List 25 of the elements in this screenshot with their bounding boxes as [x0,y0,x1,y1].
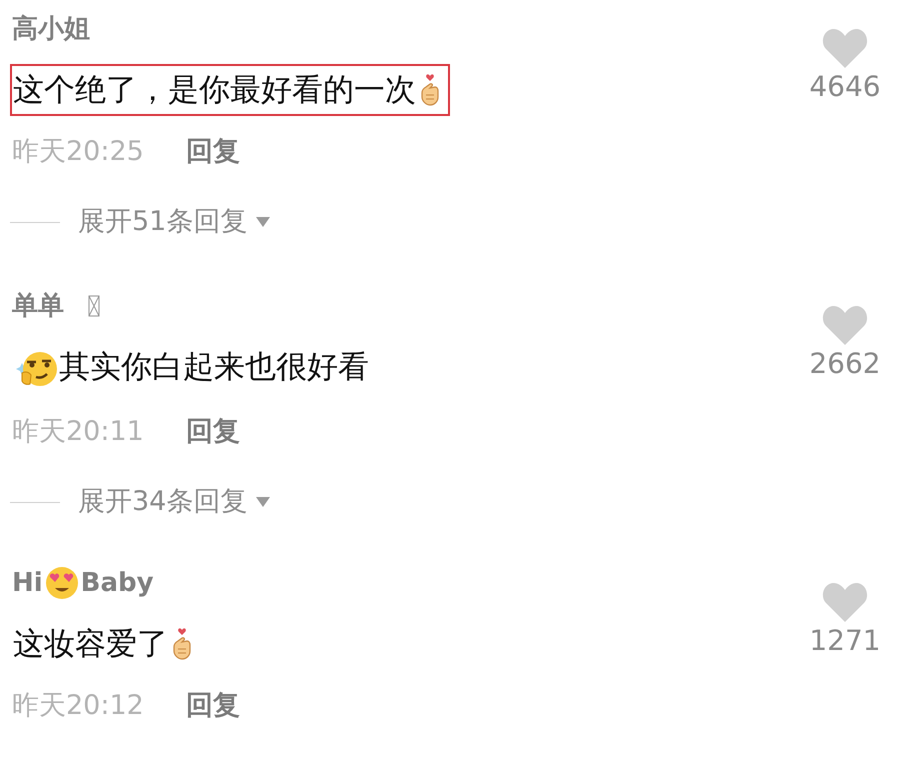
user-name: Hi [12,567,43,600]
expand-replies-link[interactable]: 展开51条回复 [78,204,272,240]
user-name: 高小姐 [12,13,90,46]
reply-button[interactable]: 回复 [186,134,240,170]
timestamp: 昨天20:25 [12,135,144,169]
like-count: 4646 [809,70,881,104]
expand-replies-link[interactable]: 展开34条回复 [78,484,272,520]
user-name: 单单 [12,290,64,323]
comment-text: 其实你白起来也很好看 [10,341,375,393]
reply-button[interactable]: 回复 [186,688,240,724]
timestamp: 昨天20:11 [12,415,144,449]
heart-eyes-face-icon [44,565,80,601]
heart-icon[interactable] [822,28,868,68]
timestamp: 昨天20:12 [12,689,144,723]
like-count: 1271 [809,624,881,658]
heart-icon[interactable] [822,305,868,345]
comment-text: 这个绝了，是你最好看的一次 [10,64,450,116]
caret-icon [255,496,272,508]
like-count: 2662 [809,347,881,381]
heart-icon[interactable] [822,582,868,622]
comment-text: 这妆容爱了 [10,618,202,670]
caret-icon [255,216,272,228]
user-name: Baby [80,567,154,600]
missing-glyph-icon [88,295,100,317]
reply-button[interactable]: 回复 [186,414,240,450]
